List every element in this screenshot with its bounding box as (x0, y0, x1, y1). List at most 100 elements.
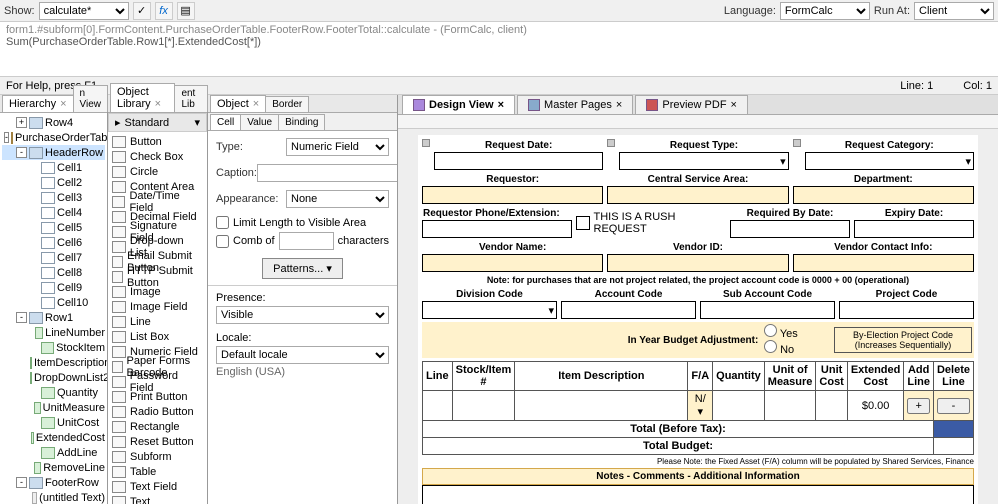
tree-item-addline[interactable]: AddLine (2, 445, 105, 460)
lib-item-list-box[interactable]: List Box (112, 329, 203, 344)
project-code-field[interactable] (839, 301, 974, 319)
close-icon[interactable]: × (60, 98, 66, 110)
required-by-field[interactable] (730, 220, 850, 238)
lib-item-check-box[interactable]: Check Box (112, 149, 203, 164)
phone-field[interactable] (422, 220, 572, 238)
tree-item-footerrow[interactable]: -FooterRow (2, 475, 105, 490)
csa-field[interactable] (607, 186, 788, 204)
tree-item-cell4[interactable]: Cell4 (2, 205, 105, 220)
tab-object[interactable]: Object× (210, 95, 266, 112)
tree-item-cell3[interactable]: Cell3 (2, 190, 105, 205)
tree-item-linenumber[interactable]: LineNumber (2, 325, 105, 340)
lib-item-rectangle[interactable]: Rectangle (112, 419, 203, 434)
hierarchy-tree[interactable]: +Row4-PurchaseOrderTable-HeaderRowCell1C… (0, 113, 107, 504)
locale-select[interactable]: Default locale (216, 346, 389, 364)
tree-item-cell9[interactable]: Cell9 (2, 280, 105, 295)
comb-checkbox[interactable] (216, 235, 229, 248)
lib-item-radio-button[interactable]: Radio Button (112, 404, 203, 419)
close-icon[interactable]: × (155, 98, 161, 110)
tree-item-cell6[interactable]: Cell6 (2, 235, 105, 250)
tree-item-itemdescription[interactable]: ItemDescription (2, 355, 105, 370)
lib-item-line[interactable]: Line (112, 314, 203, 329)
request-type-field[interactable]: ▾ (619, 152, 788, 170)
request-date-field[interactable] (434, 152, 603, 170)
rush-checkbox[interactable] (576, 216, 590, 230)
vendor-contact-field[interactable] (793, 254, 974, 272)
drag-handle-icon[interactable] (607, 139, 615, 147)
sub-account-field[interactable] (700, 301, 835, 319)
presence-select[interactable]: Visible (216, 306, 389, 324)
subtab-value[interactable]: Value (240, 114, 279, 130)
tree-item-row4[interactable]: +Row4 (2, 115, 105, 130)
tree-item-removeline[interactable]: RemoveLine (2, 460, 105, 475)
show-select[interactable]: calculate* (39, 2, 129, 20)
language-select[interactable]: FormCalc (780, 2, 870, 20)
add-line-button[interactable]: + (907, 398, 930, 414)
appearance-select[interactable]: None (286, 190, 389, 208)
commit-icon[interactable]: ✓ (133, 2, 151, 20)
tree-item-cell2[interactable]: Cell2 (2, 175, 105, 190)
tab-master-pages[interactable]: Master Pages× (517, 95, 633, 114)
tab-fragment-library[interactable]: ent Lib (174, 85, 208, 112)
tree-item-purchaseordertable[interactable]: -PurchaseOrderTable (2, 130, 105, 145)
request-category-field[interactable]: ▾ (805, 152, 974, 170)
lib-item-circle[interactable]: Circle (112, 164, 203, 179)
category-standard[interactable]: ▸Standard▾ (108, 113, 207, 132)
tree-item-row1[interactable]: -Row1 (2, 310, 105, 325)
table-row[interactable]: N/ ▾ $0.00 + - (423, 391, 974, 421)
division-code-field[interactable]: ▾ (422, 301, 557, 319)
budget-yes-radio[interactable] (764, 324, 777, 337)
close-icon[interactable]: × (253, 98, 259, 110)
lib-item-http-submit-button[interactable]: HTTP Submit Button (112, 269, 203, 284)
runat-select[interactable]: Client (914, 2, 994, 20)
fx-icon[interactable]: fx (155, 2, 173, 20)
subtab-binding[interactable]: Binding (278, 114, 325, 130)
tree-item-cell10[interactable]: Cell10 (2, 295, 105, 310)
design-canvas[interactable]: Request Date: Request Type:▾ Request Cat… (398, 129, 998, 504)
tree-item-cell7[interactable]: Cell7 (2, 250, 105, 265)
tree-item-dropdownlist2[interactable]: DropDownList2 (2, 370, 105, 385)
drag-handle-icon[interactable] (422, 139, 430, 147)
lib-item-text[interactable]: Text (112, 494, 203, 504)
notes-field[interactable] (422, 485, 974, 504)
budget-no-radio[interactable] (764, 340, 777, 353)
patterns-button[interactable]: Patterns... ▾ (262, 258, 343, 279)
close-icon[interactable]: × (498, 99, 504, 111)
tree-item-headerrow[interactable]: -HeaderRow (2, 145, 105, 160)
lib-item-button[interactable]: Button (112, 134, 203, 149)
lib-item-image-field[interactable]: Image Field (112, 299, 203, 314)
lib-item-subform[interactable]: Subform (112, 449, 203, 464)
tree-item-cell8[interactable]: Cell8 (2, 265, 105, 280)
tree-item-cell1[interactable]: Cell1 (2, 160, 105, 175)
tab-border[interactable]: Border (265, 96, 309, 112)
tree-item-untitledtext[interactable]: (untitled Text) (2, 490, 105, 504)
type-select[interactable]: Numeric Field (286, 138, 389, 156)
tree-item-unitmeasure[interactable]: UnitMeasure (2, 400, 105, 415)
subtab-cell[interactable]: Cell (210, 114, 241, 130)
account-code-field[interactable] (561, 301, 696, 319)
tree-item-quantity[interactable]: Quantity (2, 385, 105, 400)
limit-length-checkbox[interactable] (216, 216, 229, 229)
lib-item-table[interactable]: Table (112, 464, 203, 479)
script-icon[interactable]: ▤ (177, 2, 195, 20)
tree-item-extendedcost[interactable]: ExtendedCost (2, 430, 105, 445)
dept-field[interactable] (793, 186, 974, 204)
lib-item-date-time-field[interactable]: Date/Time Field (112, 194, 203, 209)
close-icon[interactable]: × (616, 99, 622, 111)
script-editor[interactable]: form1.#subform[0].FormContent.PurchaseOr… (0, 22, 998, 77)
tree-item-stockitem[interactable]: StockItem (2, 340, 105, 355)
tab-hierarchy[interactable]: Hierarchy× (2, 95, 74, 112)
drag-handle-icon[interactable] (793, 139, 801, 147)
comb-input[interactable] (279, 232, 334, 250)
caption-input[interactable] (257, 164, 397, 182)
lib-item-password-field[interactable]: Password Field (112, 374, 203, 389)
requestor-field[interactable] (422, 186, 603, 204)
vendor-id-field[interactable] (607, 254, 788, 272)
delete-line-button[interactable]: - (937, 398, 970, 414)
vendor-name-field[interactable] (422, 254, 603, 272)
lib-item-reset-button[interactable]: Reset Button (112, 434, 203, 449)
tab-object-library[interactable]: Object Library× (110, 83, 175, 112)
lib-item-text-field[interactable]: Text Field (112, 479, 203, 494)
tree-item-unitcost[interactable]: UnitCost (2, 415, 105, 430)
tab-design-view[interactable]: Design View× (402, 95, 515, 114)
